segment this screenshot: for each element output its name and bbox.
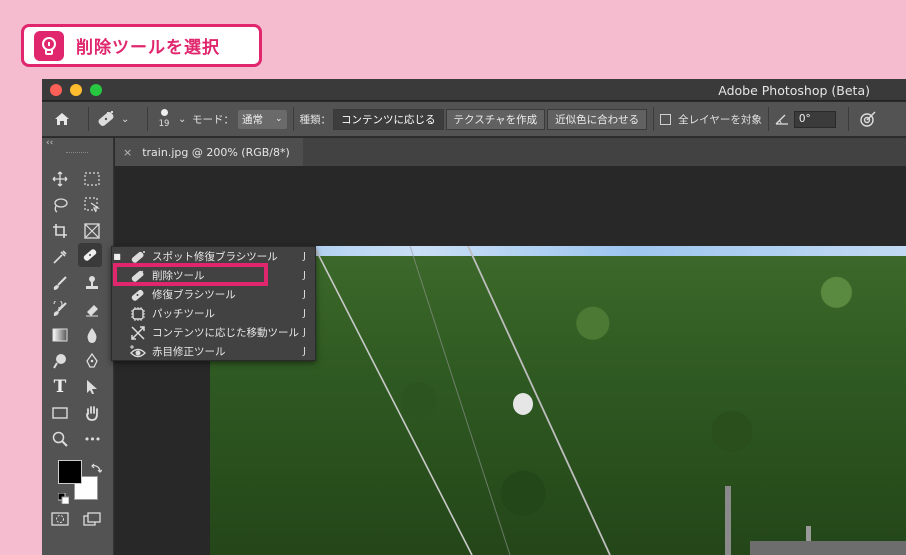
lasso-tool-icon[interactable] <box>48 193 72 217</box>
history-brush-tool-icon[interactable] <box>48 297 72 321</box>
menu-item-content-aware-move[interactable]: コンテンツに応じた移動ツール J <box>112 323 317 342</box>
brush-size-picker[interactable]: 19 ⌄ <box>154 109 192 129</box>
marquee-tool-icon[interactable] <box>80 167 104 191</box>
chevron-down-icon: ⌄ <box>121 113 130 125</box>
title-bar: Adobe Photoshop (Beta) <box>42 79 906 101</box>
app-title: Adobe Photoshop (Beta) <box>718 83 870 98</box>
remove-tool-highlight <box>113 263 268 286</box>
path-selection-tool-icon[interactable] <box>80 375 104 399</box>
document-title: train.jpg @ 200% (RGB/8*) <box>142 145 290 159</box>
separator <box>767 107 769 131</box>
gradient-tool-icon[interactable] <box>48 323 72 347</box>
foreground-color-swatch[interactable] <box>58 460 82 484</box>
menu-shortcut: J <box>303 308 306 319</box>
pressure-icon[interactable] <box>859 110 877 128</box>
menu-shortcut: J <box>303 270 306 281</box>
menu-item-healing-brush[interactable]: 修復ブラシツール J <box>112 285 317 304</box>
bandage-icon <box>95 109 117 129</box>
panel-grip[interactable] <box>66 152 88 154</box>
separator <box>88 107 89 131</box>
healing-brush-tool-icon[interactable] <box>78 243 102 267</box>
mode-value: 通常 <box>242 113 263 126</box>
crop-tool-icon[interactable] <box>48 219 72 243</box>
close-window-button[interactable] <box>50 84 62 96</box>
document-tab-bar: × train.jpg @ 200% (RGB/8*) <box>115 138 906 166</box>
more-tools-icon[interactable]: ••• <box>80 427 104 451</box>
create-texture-option[interactable]: テクスチャを作成 <box>445 108 546 130</box>
blur-tool-icon[interactable] <box>80 323 104 347</box>
sample-all-layers-label: 全レイヤーを対象 <box>678 113 762 126</box>
content-aware-option[interactable]: コンテンツに応じる <box>333 108 444 130</box>
menu-shortcut: J <box>303 289 306 300</box>
hand-tool-icon[interactable] <box>80 401 104 425</box>
angle-icon <box>775 113 789 125</box>
eyedropper-tool-icon[interactable] <box>48 245 72 269</box>
mode-label: モード： <box>192 113 234 126</box>
separator <box>147 107 148 131</box>
swap-colors-icon[interactable] <box>90 459 103 478</box>
screen-mode-icon[interactable] <box>80 507 104 531</box>
clone-stamp-tool-icon[interactable] <box>80 271 104 295</box>
move-tool-icon[interactable] <box>48 167 72 191</box>
home-icon[interactable] <box>42 112 82 126</box>
tools-panel: ‹‹ T ••• <box>42 138 114 555</box>
sample-all-layers-checkbox[interactable] <box>660 113 672 125</box>
menu-shortcut: J <box>303 251 306 262</box>
separator <box>847 107 849 131</box>
content-aware-move-icon <box>128 325 148 341</box>
zoom-window-button[interactable] <box>90 84 102 96</box>
callout-title: 削除ツールを選択 <box>76 38 220 58</box>
separator <box>653 107 655 131</box>
options-bar: ⌄ 19 ⌄ モード： 通常 ⌄ 種類： コンテンツに応じる テクスチャを作成 … <box>42 102 906 137</box>
patch-tool-icon <box>128 306 148 322</box>
default-colors-icon[interactable] <box>57 489 70 508</box>
brush-size-value: 19 <box>158 119 170 129</box>
selected-bullet: ■ <box>113 252 121 261</box>
rectangle-tool-icon[interactable] <box>48 401 72 425</box>
lightbulb-icon <box>34 30 64 61</box>
document-tab[interactable]: × train.jpg @ 200% (RGB/8*) <box>115 138 303 166</box>
tool-callout: 削除ツールを選択 <box>21 24 262 67</box>
type-label: 種類： <box>299 113 332 126</box>
menu-item-patch-tool[interactable]: パッチツール J <box>112 304 317 323</box>
pen-tool-icon[interactable] <box>80 349 104 373</box>
dodge-tool-icon[interactable] <box>48 349 72 373</box>
menu-item-label: 赤目修正ツール <box>152 346 226 358</box>
angle-input[interactable]: 0° <box>793 110 836 128</box>
tool-preset-picker[interactable]: ⌄ <box>95 109 141 129</box>
menu-item-label: 修復ブラシツール <box>152 289 236 301</box>
menu-shortcut: J <box>303 327 306 338</box>
chevron-down-icon: ⌄ <box>178 113 187 125</box>
separator <box>292 107 294 131</box>
healing-brush-icon <box>128 287 148 303</box>
menu-shortcut: J <box>303 346 306 357</box>
collapse-panel-icon[interactable]: ‹‹ <box>46 138 53 148</box>
menu-item-label: パッチツール <box>152 308 215 320</box>
menu-item-red-eye-tool[interactable]: 赤目修正ツール J <box>112 342 317 361</box>
brush-tool-icon[interactable] <box>48 271 72 295</box>
object-selection-tool-icon[interactable] <box>80 193 104 217</box>
quick-mask-icon[interactable] <box>48 507 72 531</box>
chevron-down-icon: ⌄ <box>275 114 283 124</box>
minimize-window-button[interactable] <box>70 84 82 96</box>
proximity-match-option[interactable]: 近似色に合わせる <box>547 108 648 130</box>
type-tool-icon[interactable]: T <box>48 375 72 399</box>
menu-item-label: コンテンツに応じた移動ツール <box>152 327 299 339</box>
close-tab-icon[interactable]: × <box>123 146 132 159</box>
brush-tip-icon <box>160 109 168 116</box>
red-eye-icon <box>128 344 148 360</box>
eraser-tool-icon[interactable] <box>80 297 104 321</box>
mode-select[interactable]: 通常 ⌄ <box>238 109 287 129</box>
menu-item-label: スポット修復ブラシツール <box>152 251 278 263</box>
zoom-tool-icon[interactable] <box>48 427 72 451</box>
frame-tool-icon[interactable] <box>80 219 104 243</box>
